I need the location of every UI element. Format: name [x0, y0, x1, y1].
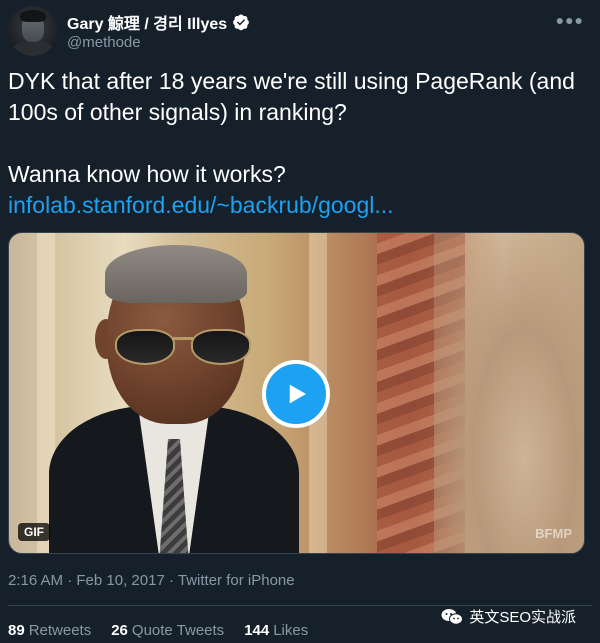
sunglasses	[115, 329, 255, 369]
media-gif[interactable]: GIF BFMP	[8, 232, 585, 554]
gif-badge: GIF	[18, 523, 50, 541]
play-icon	[289, 384, 306, 404]
likes-label: Likes	[273, 622, 309, 639]
tweet-date[interactable]: Feb 10, 2017	[76, 572, 164, 589]
author-name-row: Gary 鯨理 / 경리 Illyes	[67, 10, 250, 34]
avatar[interactable]	[8, 6, 58, 56]
play-button[interactable]	[262, 360, 330, 428]
likes-count: 144	[244, 622, 270, 639]
tweet-source[interactable]: Twitter for iPhone	[178, 572, 295, 589]
wechat-icon	[441, 608, 464, 625]
tweet-header: Gary 鯨理 / 경리 Illyes @methode ●●●	[8, 6, 590, 58]
retweets-count: 89	[8, 622, 25, 639]
tweet-meta: 2:16 AM · Feb 10, 2017 · Twitter for iPh…	[8, 572, 295, 589]
tweet-stats: 89 Retweets 26 Quote Tweets 144 Likes	[8, 622, 308, 639]
retweets-label: Retweets	[28, 622, 92, 639]
tweet-card: Gary 鯨理 / 경리 Illyes @methode ●●● DYK tha…	[0, 0, 600, 643]
wechat-watermark: 英文SEO实战派	[441, 606, 576, 627]
tweet-time[interactable]: 2:16 AM	[8, 572, 63, 589]
tweet-text-line-2: Wanna know how it works?	[8, 161, 286, 187]
quotes-count: 26	[111, 622, 128, 639]
tweet-text-line-1: DYK that after 18 years we're still usin…	[8, 68, 575, 125]
meta-separator: ·	[168, 572, 174, 589]
more-options-icon[interactable]: ●●●	[556, 12, 584, 28]
quotes-label: Quote Tweets	[131, 622, 225, 639]
quotes-stat[interactable]: 26 Quote Tweets	[111, 622, 224, 639]
retweets-stat[interactable]: 89 Retweets	[8, 622, 91, 639]
tweet-text: DYK that after 18 years we're still usin…	[8, 66, 583, 221]
gif-watermark: BFMP	[535, 526, 572, 541]
author-name[interactable]: Gary 鯨理 / 경리 Illyes	[67, 10, 227, 34]
verified-badge-icon	[232, 13, 250, 31]
likes-stat[interactable]: 144 Likes	[244, 622, 308, 639]
wechat-label: 英文SEO实战派	[469, 609, 576, 626]
author-handle[interactable]: @methode	[67, 34, 141, 51]
tweet-link[interactable]: infolab.stanford.edu/~backrub/googl...	[8, 190, 583, 221]
